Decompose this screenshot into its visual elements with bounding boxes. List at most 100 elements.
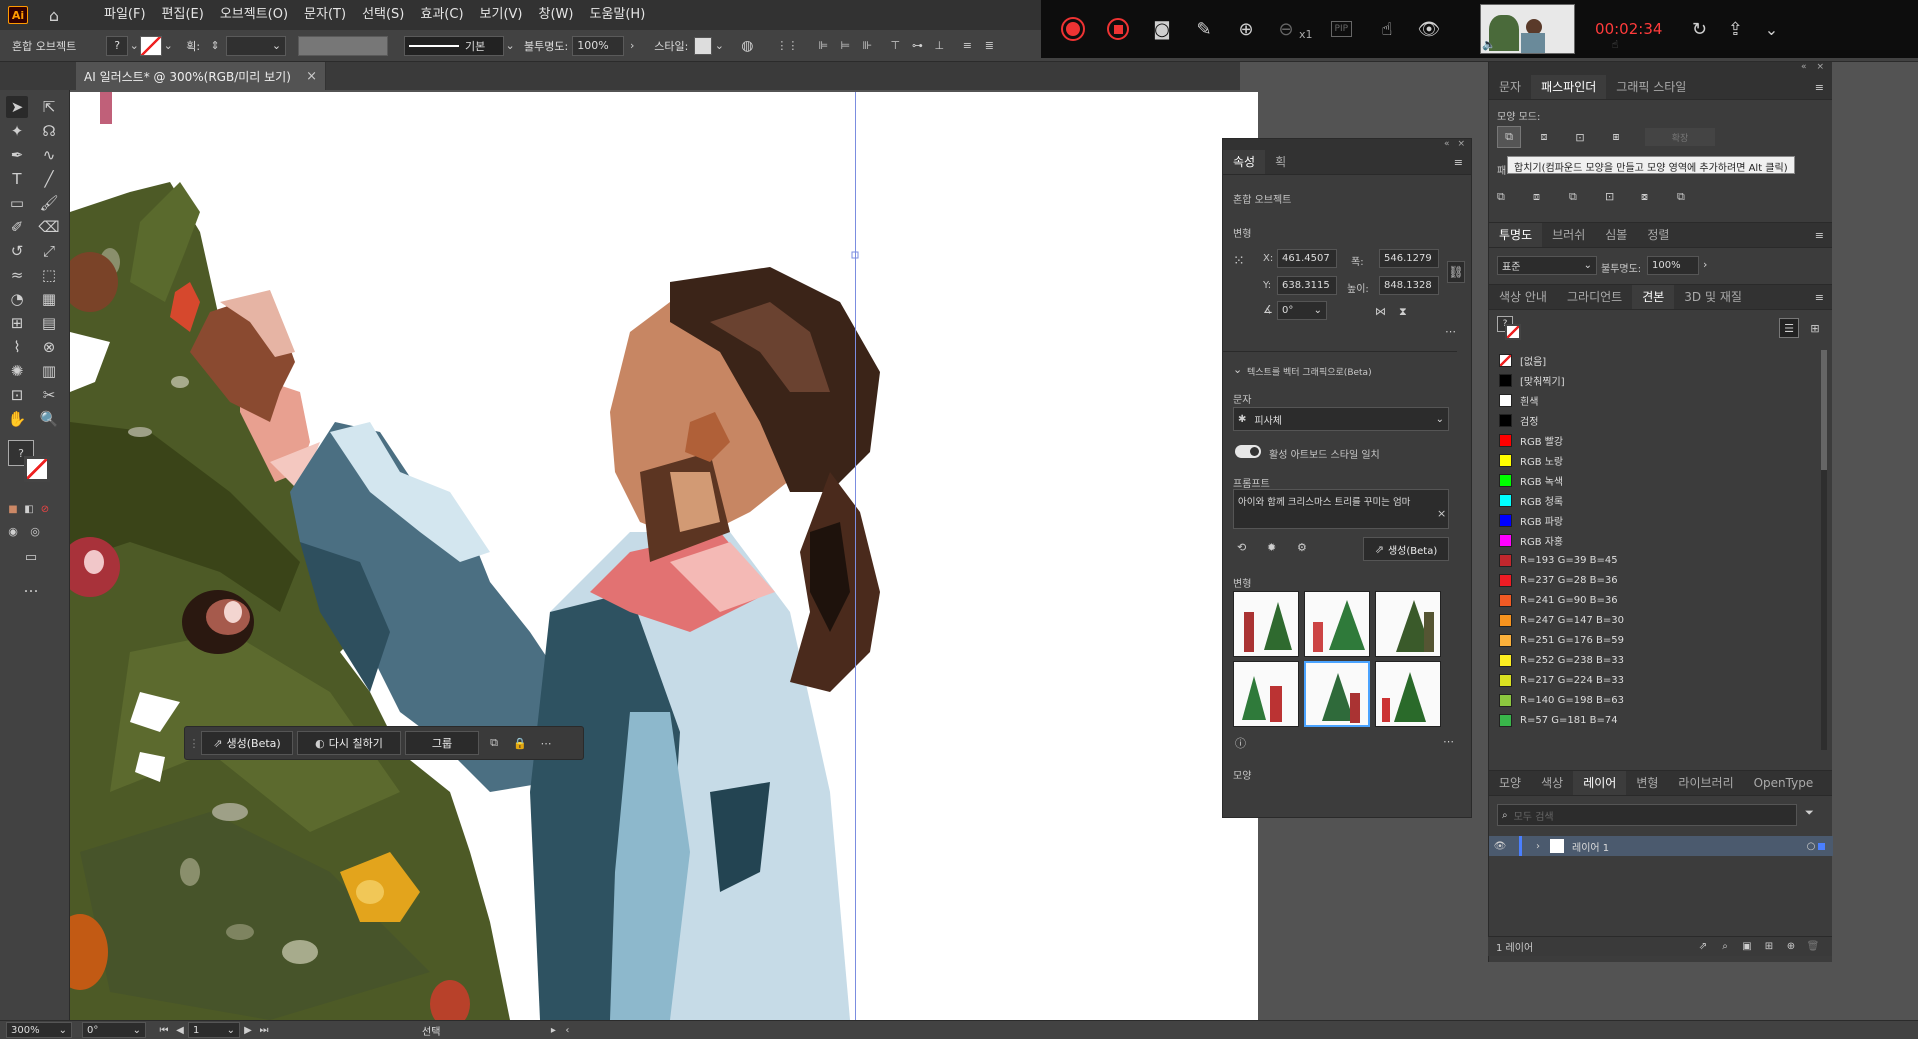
draw-inside-icon[interactable]: ◎: [24, 520, 46, 542]
blend-mode-dropdown[interactable]: 표준 ⌄: [1497, 256, 1597, 275]
align-top-icon[interactable]: ⊤: [884, 39, 906, 52]
opacity-field[interactable]: 100%: [572, 35, 625, 56]
more-tools-icon[interactable]: …: [20, 576, 42, 598]
direct-selection-tool-icon[interactable]: ⇱: [38, 96, 60, 118]
type-dropdown[interactable]: ✱ 피사체 ⌄: [1233, 407, 1449, 431]
swatch-item[interactable]: RGB 청록: [1499, 490, 1799, 510]
search-icon[interactable]: ⌕: [1714, 941, 1736, 952]
lock-icon[interactable]: 🔒: [509, 737, 531, 750]
chevron-down-icon[interactable]: ⌄: [712, 39, 726, 52]
curvature-tool-icon[interactable]: ∿: [38, 144, 60, 166]
generate-beta-panel-button[interactable]: ⇗ 생성(Beta): [1363, 537, 1449, 561]
pip-button[interactable]: PIP: [1330, 21, 1353, 37]
swatch-item[interactable]: RGB 파랑: [1499, 510, 1799, 530]
stroke-style-dropdown[interactable]: 기본: [404, 35, 505, 56]
divide-icon[interactable]: ⧉: [1497, 190, 1505, 204]
variation-thumbnail[interactable]: [1375, 661, 1441, 727]
tab-stroke[interactable]: 획: [1265, 150, 1296, 174]
next-artboard-icon[interactable]: ▶: [240, 1025, 256, 1036]
artboard[interactable]: [70, 92, 1258, 1020]
layer-name[interactable]: 레이어 1: [1572, 839, 1609, 854]
swatch-item[interactable]: 검정: [1499, 410, 1799, 430]
pencil-icon[interactable]: ✎: [1191, 19, 1217, 40]
selection-tool-icon[interactable]: ➤: [6, 96, 28, 118]
symbol-sprayer-tool-icon[interactable]: ✺: [6, 360, 28, 382]
align-middle-icon[interactable]: ⊶: [906, 39, 928, 52]
gradient-tool-icon[interactable]: ▤: [38, 312, 60, 334]
canvas-area[interactable]: [70, 90, 1258, 1020]
swatch-item[interactable]: R=251 G=176 B=59: [1499, 630, 1799, 650]
close-panel-icon[interactable]: ×: [1816, 62, 1824, 74]
chevron-right-icon[interactable]: ▸: [546, 1025, 560, 1036]
info-icon[interactable]: ⓘ: [1235, 735, 1246, 751]
crop-icon[interactable]: ⊡: [1605, 190, 1614, 203]
swatch-item[interactable]: RGB 녹색: [1499, 470, 1799, 490]
new-layer-icon[interactable]: ⊕: [1780, 941, 1802, 952]
close-tab-icon[interactable]: ×: [306, 69, 317, 84]
constrain-link-icon[interactable]: ⛓: [1447, 261, 1465, 283]
height-field[interactable]: 848.1328: [1379, 276, 1439, 295]
hand-pointer-icon[interactable]: ☝: [1607, 38, 1623, 51]
layers-search-input[interactable]: ⌕ 모두 검색: [1497, 804, 1797, 826]
chevron-down-icon[interactable]: ⌄: [128, 39, 140, 52]
draw-mode-icon[interactable]: ◉: [2, 520, 24, 542]
swatch-item[interactable]: R=247 G=147 B=30: [1499, 610, 1799, 630]
chevron-down-icon[interactable]: ⌄: [1233, 363, 1242, 376]
more-options-icon[interactable]: ⋯: [1445, 325, 1456, 338]
clear-prompt-icon[interactable]: ×: [1437, 507, 1446, 520]
intersect-icon[interactable]: ⊡: [1569, 126, 1591, 148]
swatch-item[interactable]: R=241 G=90 B=36: [1499, 590, 1799, 610]
match-style-toggle[interactable]: [1235, 445, 1261, 458]
x-field[interactable]: 461.4507: [1277, 249, 1337, 268]
variation-thumbnail[interactable]: [1233, 591, 1299, 657]
swatch-item[interactable]: RGB 자홍: [1499, 530, 1799, 550]
panel-menu-icon[interactable]: ≡: [1454, 150, 1463, 174]
fill-stroke-widget[interactable]: ?: [8, 440, 58, 486]
variation-thumbnail[interactable]: [1375, 591, 1441, 657]
stop-button[interactable]: [1107, 18, 1129, 40]
rectangle-tool-icon[interactable]: ▭: [6, 192, 28, 214]
unite-icon[interactable]: ⧉: [1497, 126, 1521, 148]
first-artboard-icon[interactable]: ⏮: [156, 1025, 172, 1036]
menu-file[interactable]: 파일(F): [96, 0, 154, 30]
tab-brushes[interactable]: 브러쉬: [1542, 223, 1595, 247]
group-button[interactable]: 그룹: [405, 731, 479, 755]
tab-3d-materials[interactable]: 3D 및 재질: [1674, 285, 1752, 309]
generate-beta-button[interactable]: ⇗ 생성(Beta): [201, 731, 293, 755]
merge-icon[interactable]: ⧉: [1569, 190, 1577, 204]
swatch-item[interactable]: 흰색: [1499, 390, 1799, 410]
magic-wand-tool-icon[interactable]: ✦: [6, 120, 28, 142]
swatch-item[interactable]: R=57 G=181 B=74: [1499, 710, 1799, 730]
align-center-icon[interactable]: ⊨: [834, 39, 856, 52]
minus-front-icon[interactable]: ⧈: [1533, 126, 1555, 148]
distribute-icon[interactable]: ≡: [956, 39, 978, 52]
effects-icon[interactable]: ✹: [1267, 541, 1276, 554]
flip-horizontal-icon[interactable]: ⋈: [1375, 305, 1386, 318]
menu-view[interactable]: 보기(V): [472, 0, 531, 30]
duplicate-icon[interactable]: ⧉: [483, 736, 505, 750]
zoom-tool-icon[interactable]: 🔍: [38, 408, 60, 430]
chevron-down-icon[interactable]: ⌄: [504, 39, 516, 52]
tab-appearance[interactable]: 모양: [1489, 771, 1531, 795]
panel-menu-icon[interactable]: ≡: [1815, 223, 1824, 247]
swatch-item[interactable]: R=193 G=39 B=45: [1499, 550, 1799, 570]
microphone-icon[interactable]: 🔈: [1481, 38, 1497, 51]
artboard-field[interactable]: 1 ⌄: [188, 1022, 240, 1038]
y-field[interactable]: 638.3115: [1277, 276, 1337, 295]
shaper-tool-icon[interactable]: ✐: [6, 216, 28, 238]
swatch-scrollbar[interactable]: [1821, 350, 1827, 750]
align-grid-icon[interactable]: ⋮⋮: [772, 39, 802, 52]
export-icon[interactable]: ⇪: [1722, 19, 1748, 40]
close-panel-icon[interactable]: ×: [1457, 139, 1465, 149]
reference-point-icon[interactable]: ⁙: [1233, 253, 1245, 269]
tab-color-guide[interactable]: 색상 안내: [1489, 285, 1557, 309]
panel-menu-icon[interactable]: ≡: [1815, 75, 1824, 99]
list-view-icon[interactable]: ☰: [1779, 318, 1799, 338]
tab-character[interactable]: 문자: [1489, 75, 1531, 99]
tab-pathfinder[interactable]: 패스파인더: [1531, 75, 1607, 99]
exclude-icon[interactable]: ⧆: [1605, 126, 1627, 148]
current-fill-stroke[interactable]: ?: [1497, 316, 1523, 342]
outline-icon[interactable]: ⧇: [1641, 190, 1648, 204]
chevron-down-icon[interactable]: ⌄: [162, 39, 174, 52]
swatch-item[interactable]: [없음]: [1499, 350, 1799, 370]
